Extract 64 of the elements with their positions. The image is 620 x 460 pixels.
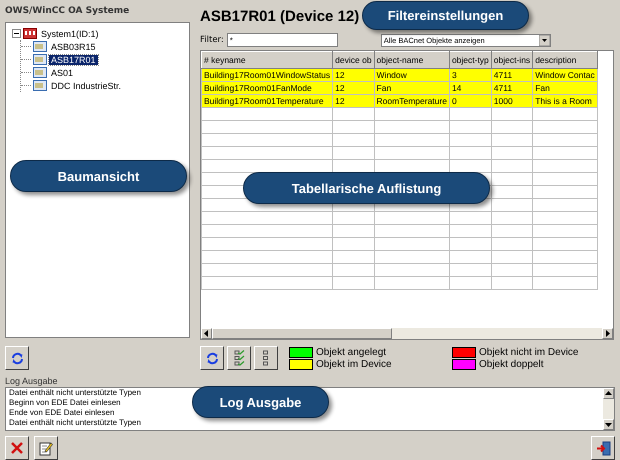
log-line: Datei enthält nicht unterstützte Typen — [9, 388, 141, 398]
exit-button[interactable] — [591, 436, 615, 460]
dropdown-arrow-icon — [538, 34, 550, 46]
table-cell: 1000 — [491, 94, 533, 108]
callout-label: Filtereinstellungen — [362, 1, 529, 30]
table-cell: This is a Room — [532, 94, 598, 108]
callout-label: Baumansicht — [10, 160, 187, 192]
empty-list-icon — [263, 350, 269, 366]
edit-button[interactable] — [34, 436, 58, 460]
column-header[interactable]: object-typ — [449, 52, 492, 68]
notepad-pencil-icon — [39, 440, 53, 456]
table-row[interactable]: Building17Room01WindowStatus 12 Window 3 4711 Window Contac — [202, 68, 598, 82]
device-title: ASB17R01 (Device 12) — [200, 8, 360, 27]
tree-item[interactable]: DDC IndustrieStr. — [49, 80, 124, 90]
legend-label: Objekt im Device — [316, 358, 392, 370]
device-icon — [33, 67, 47, 78]
refresh-icon — [206, 352, 218, 365]
device-icon — [33, 80, 47, 91]
table-cell: RoomTemperature — [374, 94, 450, 108]
scroll-right-arrow-icon — [605, 330, 610, 338]
vertical-scrollbar[interactable] — [603, 388, 614, 430]
filter-label: Filter: — [200, 35, 224, 45]
refresh-button[interactable] — [5, 346, 29, 370]
table-cell: 0 — [449, 94, 492, 108]
column-header[interactable]: # keyname — [202, 52, 333, 68]
server-icon — [23, 28, 37, 39]
callout-label: Log Ausgabe — [192, 386, 329, 418]
exit-door-icon — [596, 440, 610, 456]
column-header[interactable]: device ob — [332, 52, 374, 68]
column-header[interactable]: object-name — [374, 52, 450, 68]
device-icon — [33, 54, 47, 65]
select-all-button[interactable] — [227, 346, 251, 370]
device-icon — [33, 41, 47, 52]
tree-item[interactable]: ASB17R01 — [49, 54, 98, 64]
panel-title: OWS/WinCC OA Systeme — [5, 6, 130, 18]
close-icon — [11, 442, 23, 454]
table-cell: Building17Room01Temperature — [202, 94, 333, 108]
filter-field[interactable]: * — [226, 33, 338, 47]
deselect-all-button[interactable] — [254, 346, 278, 370]
refresh-button[interactable] — [200, 346, 224, 370]
scroll-down-arrow-icon — [605, 422, 612, 427]
scroll-up-arrow-icon — [605, 391, 612, 396]
log-line: Beginn von EDE Datei einlesen — [9, 398, 121, 408]
tree-item[interactable]: AS01 — [49, 68, 76, 78]
callout-label: Tabellarische Auflistung — [243, 172, 490, 204]
table-row[interactable]: Building17Room01Temperature 12 RoomTemperature 0 1000 This is a Room — [202, 94, 598, 108]
table-row[interactable]: Building17Room01FanMode 12 Fan 14 4711 Fan — [202, 82, 598, 94]
scroll-left-arrow-icon — [204, 330, 209, 338]
collapse-toggle-icon[interactable] — [12, 29, 21, 38]
checked-list-icon — [234, 350, 244, 366]
tree-item[interactable]: System1(ID:1) — [39, 28, 101, 38]
legend-label: Objekt nicht im Device — [479, 346, 578, 358]
refresh-icon — [10, 352, 24, 365]
log-line: Datei enthält nicht unterstützte Typen — [9, 418, 141, 428]
table-cell: 12 — [332, 94, 374, 108]
delete-button[interactable] — [5, 436, 29, 460]
horizontal-scrollbar[interactable] — [201, 328, 613, 340]
tree-item[interactable]: ASB03R15 — [49, 42, 98, 52]
legend-label: Objekt angelegt — [316, 346, 386, 358]
column-header[interactable]: object-ins — [491, 52, 533, 68]
log-line: Ende von EDE Datei einlesen — [9, 408, 114, 418]
log-title: Log Ausgabe — [4, 376, 59, 388]
column-header[interactable]: description — [532, 52, 598, 68]
legend-label: Objekt doppelt — [479, 358, 544, 370]
